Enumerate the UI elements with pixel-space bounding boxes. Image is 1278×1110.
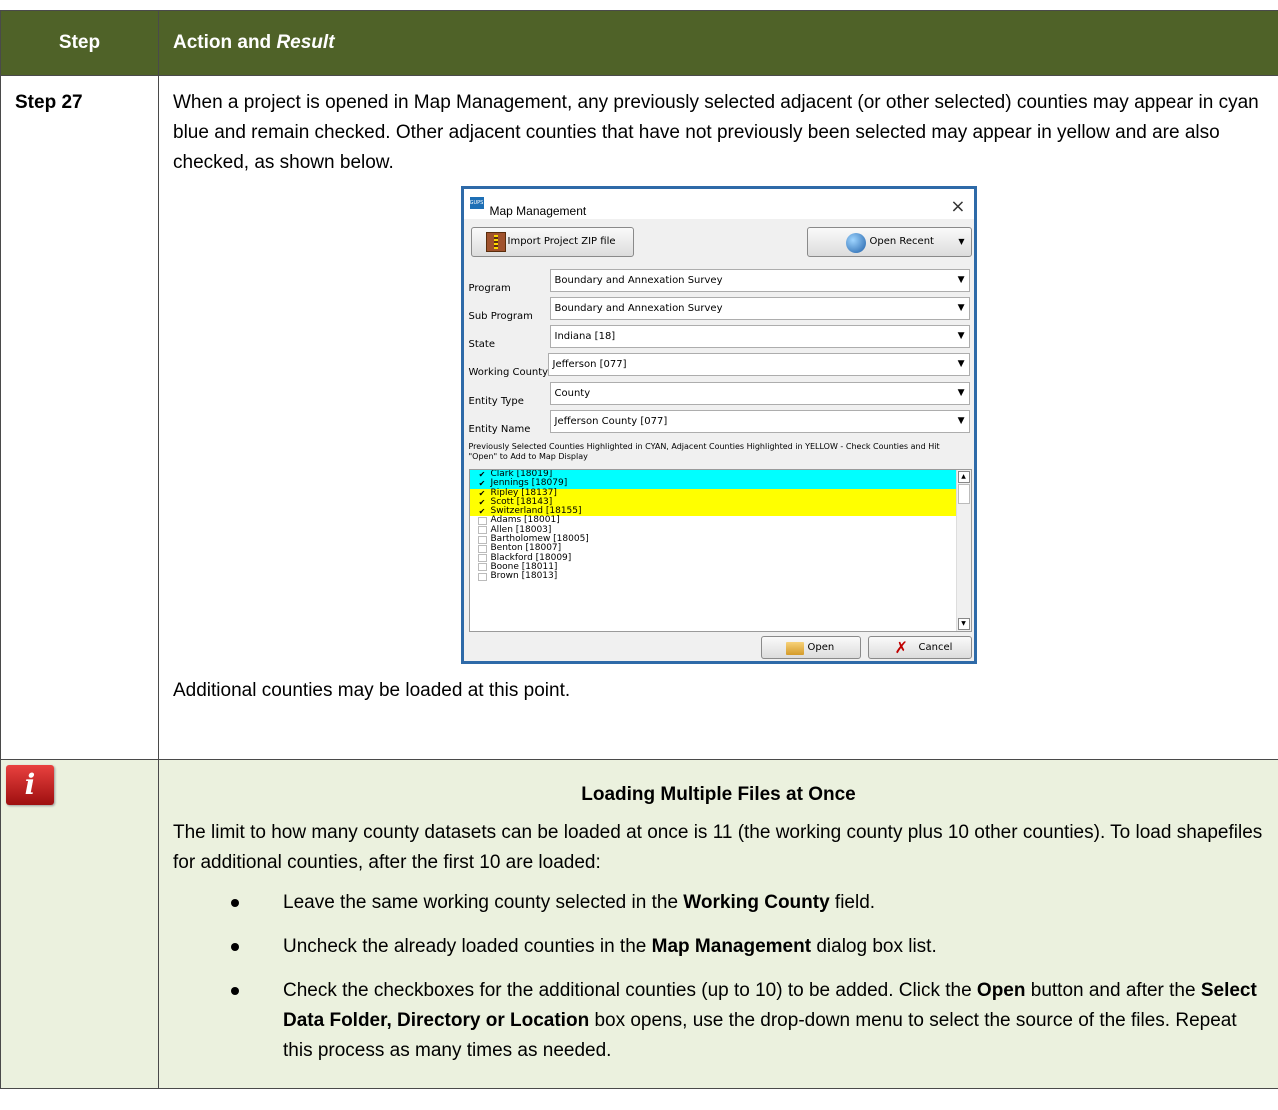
scrollbar[interactable]: ▲ ▼ xyxy=(955,470,971,631)
chevron-down-icon: ▼ xyxy=(957,416,965,426)
dialog-titlebar: GUPS Map Management × xyxy=(463,189,974,222)
checkbox-checked-icon[interactable]: ✔ xyxy=(478,470,487,479)
import-label: Import Project ZIP file xyxy=(507,236,616,247)
working-county-label: Working County xyxy=(468,367,549,378)
state-select[interactable]: Indiana [18] ▼ xyxy=(549,325,970,348)
county-rows: ✔ Clark [18019] ✔ Jennings [18079] ✔ Ripley [… xyxy=(469,470,971,582)
note-text: The limit to how many county datasets ca… xyxy=(173,822,1263,873)
dialog-title: Map Management xyxy=(489,204,587,218)
chevron-down-icon: ▼ xyxy=(957,303,965,313)
checkbox-unchecked-icon[interactable] xyxy=(477,572,487,581)
county-list-caption: Previously Selected Counties Highlighted… xyxy=(468,442,940,461)
checkbox-unchecked-icon[interactable] xyxy=(477,544,487,553)
procedure-table: Step Action and Result Step 27 When a pr… xyxy=(0,10,1278,1089)
working-county-select[interactable]: Jefferson [077] ▼ xyxy=(547,353,970,376)
step-27-after-text: Additional counties may be loaded at thi… xyxy=(173,680,571,701)
header-result-text: Result xyxy=(276,32,335,53)
note-row: i Loading Multiple Files at Once The lim… xyxy=(0,759,1278,1089)
header-action-text: Action and xyxy=(173,32,277,53)
note-title: Loading Multiple Files at Once xyxy=(581,784,856,805)
note-bullet-3: Check the checkboxes for the additional … xyxy=(217,976,1264,1066)
entity-name-select[interactable]: Jefferson County [077] ▼ xyxy=(549,410,970,433)
chevron-down-icon[interactable]: ▼ xyxy=(958,228,964,256)
subprogram-select[interactable]: Boundary and Annexation Survey ▼ xyxy=(549,297,970,320)
subprogram-value: Boundary and Annexation Survey xyxy=(554,303,723,314)
chevron-down-icon: ▼ xyxy=(957,359,965,369)
open-recent-button[interactable]: Open Recent ▼ xyxy=(806,227,972,257)
zip-file-icon xyxy=(485,232,506,252)
checkbox-checked-icon[interactable]: ✔ xyxy=(478,479,487,488)
checkbox-unchecked-icon[interactable] xyxy=(477,535,487,544)
scroll-thumb[interactable] xyxy=(957,484,970,504)
checkbox-checked-icon[interactable]: ✔ xyxy=(478,498,487,507)
cancel-x-icon: ✗ xyxy=(894,638,908,657)
note-body: Loading Multiple Files at Once The limit… xyxy=(158,759,1278,1089)
open-button[interactable]: Open xyxy=(760,636,861,659)
step-27-paragraph: When a project is opened in Map Manageme… xyxy=(173,92,1259,173)
info-icon: i xyxy=(6,765,54,805)
scroll-down-icon[interactable]: ▼ xyxy=(957,618,970,630)
close-icon[interactable]: × xyxy=(950,192,965,222)
program-select[interactable]: Boundary and Annexation Survey ▼ xyxy=(549,269,970,292)
header-action: Action and Result xyxy=(158,10,1278,76)
entity-name-value: Jefferson County [077] xyxy=(554,416,668,427)
program-value: Boundary and Annexation Survey xyxy=(554,275,723,286)
entity-type-label: Entity Type xyxy=(468,396,524,407)
step-27-row: Step 27 When a project is opened in Map … xyxy=(0,75,1278,760)
open-recent-label: Open Recent xyxy=(869,236,934,247)
chevron-down-icon: ▼ xyxy=(957,388,965,398)
state-value: Indiana [18] xyxy=(554,331,616,342)
chevron-down-icon: ▼ xyxy=(957,331,965,341)
checkbox-checked-icon[interactable]: ✔ xyxy=(478,489,487,498)
cancel-label: Cancel xyxy=(918,642,953,653)
globe-icon xyxy=(845,233,866,253)
program-label: Program xyxy=(468,283,511,294)
note-bullets: Leave the same working county selected i… xyxy=(173,888,1264,1066)
step-27-label: Step 27 xyxy=(0,75,159,760)
entity-type-value: County xyxy=(554,388,591,399)
county-name: Brown [18013] xyxy=(490,571,558,582)
checkbox-checked-icon[interactable]: ✔ xyxy=(478,507,487,516)
entity-name-label: Entity Name xyxy=(468,424,531,435)
app-icon: GUPS xyxy=(469,197,484,209)
note-bullet-2: Uncheck the already loaded counties in t… xyxy=(217,932,1264,962)
subprogram-label: Sub Program xyxy=(468,311,533,322)
checkbox-unchecked-icon[interactable] xyxy=(477,526,487,535)
county-listbox[interactable]: ✔ Clark [18019] ✔ Jennings [18079] ✔ Ripley [… xyxy=(468,469,972,632)
note-bullet-1: Leave the same working county selected i… xyxy=(217,888,1264,918)
open-label: Open xyxy=(807,642,835,653)
chevron-down-icon: ▼ xyxy=(957,275,965,285)
note-icon-cell: i xyxy=(0,759,159,1089)
county-list-item[interactable]: Brown [18013] xyxy=(470,572,957,581)
state-label: State xyxy=(468,339,495,350)
entity-type-select[interactable]: County ▼ xyxy=(549,382,970,405)
import-project-zip-button[interactable]: Import Project ZIP file xyxy=(470,227,634,257)
header-step: Step xyxy=(0,10,159,76)
checkbox-unchecked-icon[interactable] xyxy=(477,516,487,525)
cancel-button[interactable]: ✗ Cancel xyxy=(867,636,972,659)
step-27-body: When a project is opened in Map Manageme… xyxy=(158,75,1278,760)
checkbox-unchecked-icon[interactable] xyxy=(477,563,487,572)
table-header-row: Step Action and Result xyxy=(0,10,1278,76)
folder-icon xyxy=(785,642,804,655)
checkbox-unchecked-icon[interactable] xyxy=(477,554,487,563)
map-management-dialog: GUPS Map Management × Import Project ZIP… xyxy=(460,186,977,664)
working-county-value: Jefferson [077] xyxy=(552,359,627,370)
scroll-up-icon[interactable]: ▲ xyxy=(957,471,970,483)
